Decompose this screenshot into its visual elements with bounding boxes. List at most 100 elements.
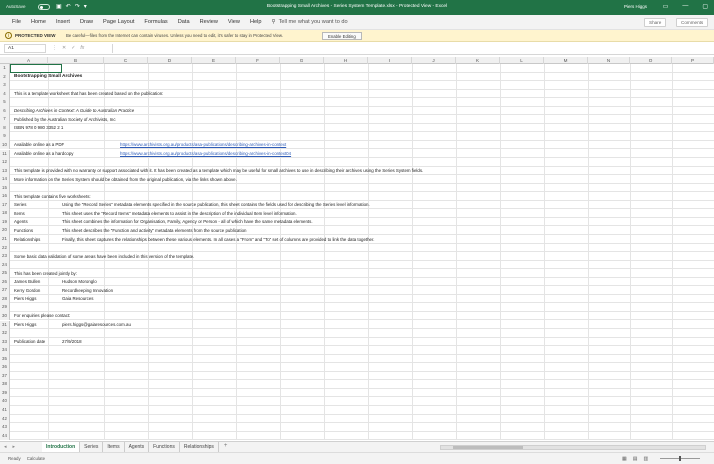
cell-a[interactable]: James Bullen (14, 279, 40, 284)
row-header[interactable]: 5 (0, 98, 10, 107)
menu-file[interactable]: File (12, 19, 21, 25)
row-header[interactable]: 13 (0, 166, 10, 176)
row-header[interactable]: 43 (0, 423, 10, 432)
cell-a[interactable]: Available online as a PDF (14, 142, 64, 147)
column-header[interactable]: B (48, 57, 104, 64)
column-header[interactable]: D (148, 57, 192, 64)
cell-a[interactable]: Bootstrapping Small Archives (14, 74, 82, 79)
sheet-grid[interactable]: 1 2 Bootstrapping Small Archives 3 4 This is … (0, 64, 714, 440)
row-header[interactable]: 7 (0, 115, 10, 124)
horizontal-scrollbar[interactable] (440, 445, 706, 450)
row-header[interactable]: 6 (0, 106, 10, 116)
row-header[interactable]: 23 (0, 252, 10, 261)
cell-b[interactable]: Recordkeeping Innovation (62, 288, 113, 293)
cell-b[interactable]: piers.higgs@gaiaresources.com.au (62, 322, 131, 327)
cell-b[interactable]: Finally, this sheet captures the relatio… (62, 237, 374, 242)
cell-a[interactable]: Agents (14, 219, 28, 224)
cell-a[interactable]: Available online as a hardcopy (14, 151, 73, 156)
column-header[interactable]: O (630, 57, 672, 64)
row-header[interactable]: 28 (0, 294, 10, 304)
cell-a[interactable]: Kerry Gordon (14, 288, 40, 293)
cell-a[interactable]: ISBN 978 0 980 3352 2 1 (14, 125, 63, 130)
column-header[interactable]: J (412, 57, 456, 64)
cell-a[interactable]: Items (14, 211, 25, 216)
row-header[interactable]: 12 (0, 158, 10, 167)
insert-function-icon[interactable]: fx (80, 45, 84, 51)
cell-b[interactable]: This sheet uses the "Record Items" metad… (62, 211, 297, 216)
menu-page-layout[interactable]: Page Layout (103, 19, 134, 25)
row-header[interactable]: 2 (0, 72, 10, 82)
restore-button[interactable]: ▢ (702, 3, 708, 10)
column-header[interactable]: C (104, 57, 148, 64)
cell-a[interactable]: Functions (14, 228, 33, 233)
row-header[interactable]: 11 (0, 149, 10, 159)
page-layout-view-icon[interactable]: ▤ (633, 456, 638, 462)
row-header[interactable]: 35 (0, 354, 10, 364)
menu-review[interactable]: Review (200, 19, 218, 25)
enable-editing-button[interactable]: Enable Editing (322, 32, 362, 40)
row-header[interactable]: 1 (0, 64, 10, 73)
menu-home[interactable]: Home (31, 19, 46, 25)
cell-a[interactable]: This template is provided with no warran… (14, 168, 423, 173)
cell-a[interactable]: Series (14, 202, 26, 207)
prev-sheet-icon[interactable]: ◂ (4, 444, 7, 450)
row-header[interactable]: 21 (0, 235, 10, 244)
comments-button[interactable]: Comments (676, 18, 709, 27)
row-header[interactable]: 14 (0, 175, 10, 184)
enter-icon[interactable]: ✓ (71, 45, 75, 51)
row-header[interactable]: 26 (0, 277, 10, 287)
cell-a[interactable]: Relationships (14, 237, 40, 242)
column-header[interactable]: E (192, 57, 236, 64)
calculate-status[interactable]: Calculate (27, 456, 45, 461)
row-header[interactable]: 37 (0, 371, 10, 381)
cell-a[interactable]: This template contains five worksheets: (14, 194, 91, 199)
row-header[interactable]: 34 (0, 346, 10, 355)
page-break-view-icon[interactable]: ▥ (643, 456, 648, 462)
hyperlink-cell[interactable]: https://www.archivists.org.au/products/a… (120, 151, 291, 156)
cell-a[interactable]: More information on the Series System sh… (14, 177, 237, 182)
cell-a[interactable]: Piers Higgs (14, 322, 36, 327)
cancel-icon[interactable]: ✕ (62, 45, 66, 51)
user-name[interactable]: Piers Higgs (624, 4, 647, 9)
row-header[interactable]: 18 (0, 209, 10, 218)
row-header[interactable]: 22 (0, 243, 10, 253)
cell-b[interactable]: This sheet describes the "Function and a… (62, 228, 246, 233)
cell-b[interactable]: Using the "Record Series" metadata eleme… (62, 202, 370, 207)
row-header[interactable]: 15 (0, 183, 10, 193)
row-header[interactable]: 3 (0, 81, 10, 90)
tell-me-box[interactable]: ⚲ Tell me what you want to do (271, 19, 347, 25)
cell-a[interactable]: Published by the Australian Society of A… (14, 117, 116, 122)
column-header[interactable]: G (280, 57, 324, 64)
normal-view-icon[interactable]: ▦ (622, 456, 627, 462)
menu-draw[interactable]: Draw (80, 19, 93, 25)
cell-a[interactable]: Some basic data validation of some areas… (14, 254, 194, 259)
zoom-slider[interactable] (660, 456, 700, 461)
row-header[interactable]: 10 (0, 140, 10, 150)
row-header[interactable]: 17 (0, 200, 10, 210)
minimize-button[interactable]: — (682, 3, 688, 10)
cell-b[interactable]: 27/9/2018 (62, 339, 82, 344)
row-header[interactable]: 38 (0, 380, 10, 389)
next-sheet-icon[interactable]: ▸ (13, 444, 16, 450)
cell-b[interactable]: Hudson Moronglo (62, 279, 97, 284)
hyperlink-cell[interactable]: https://www.archivists.org.au/products/a… (120, 142, 286, 147)
row-header[interactable]: 39 (0, 388, 10, 398)
column-header[interactable]: M (544, 57, 588, 64)
row-header[interactable]: 42 (0, 414, 10, 424)
menu-formulas[interactable]: Formulas (144, 19, 167, 25)
row-header[interactable]: 41 (0, 406, 10, 415)
name-box[interactable]: A1 (4, 44, 46, 53)
share-button[interactable]: Share (644, 18, 667, 27)
row-header[interactable]: 32 (0, 329, 10, 338)
column-header[interactable]: N (588, 57, 630, 64)
cell-a[interactable]: Publication date (14, 339, 45, 344)
column-header[interactable]: K (456, 57, 500, 64)
column-header[interactable]: H (324, 57, 368, 64)
cell-b[interactable]: Gaia Resources (62, 296, 93, 301)
menu-help[interactable]: Help (250, 19, 262, 25)
row-header[interactable]: 8 (0, 123, 10, 133)
more-icon[interactable]: ⋮ (52, 45, 57, 51)
row-header[interactable]: 44 (0, 431, 10, 440)
menu-data[interactable]: Data (178, 19, 190, 25)
row-header[interactable]: 24 (0, 260, 10, 270)
